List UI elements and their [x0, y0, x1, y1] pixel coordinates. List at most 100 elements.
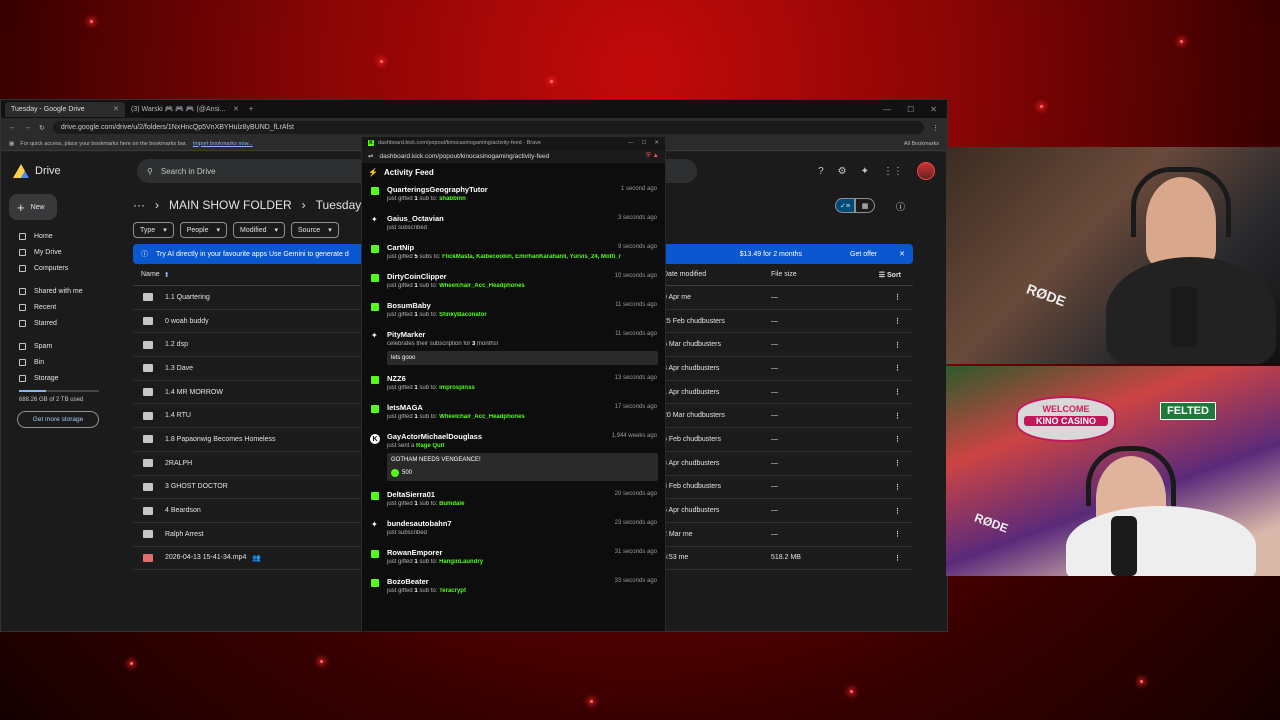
grid-view-icon[interactable]: ▦	[855, 198, 875, 213]
more-vert-icon[interactable]: ⋮	[894, 364, 901, 372]
close-icon[interactable]: ✕	[654, 140, 659, 146]
gift-icon	[371, 550, 379, 558]
event-time: 13 seconds ago	[614, 375, 657, 381]
minimize-icon[interactable]: —	[628, 140, 634, 146]
more-icon[interactable]: ···	[133, 198, 145, 212]
event-target[interactable]: StinkyBaconator	[439, 312, 487, 318]
more-vert-icon[interactable]: ⋮	[894, 483, 901, 491]
tune-icon[interactable]: ⇌	[368, 152, 373, 160]
apps-grid-icon[interactable]: ⋮⋮	[883, 166, 903, 177]
event-target[interactable]: Wheelchair_Acc_Headphones	[439, 283, 525, 289]
sidebar-item-computers[interactable]: Computers	[9, 260, 119, 276]
tab-google-drive[interactable]: Tuesday - Google Drive ✕	[5, 101, 125, 117]
extensions-icon[interactable]: ⋮	[932, 124, 939, 132]
event-target[interactable]: Bumdale	[439, 501, 464, 507]
event-target[interactable]: Wheelchair_Acc_Headphones	[439, 414, 525, 420]
event-message: GOTHAM NEEDS VENGEANCE! 500	[387, 453, 658, 481]
minimize-icon[interactable]: —	[883, 105, 891, 114]
new-tab-icon[interactable]: +	[249, 106, 253, 113]
star-icon: ✦	[371, 520, 378, 529]
list-view-icon[interactable]: ✓≡	[835, 198, 855, 213]
apps-icon[interactable]: ▦	[9, 141, 14, 147]
import-bookmarks-link[interactable]: Import bookmarks now...	[193, 141, 253, 147]
new-button[interactable]: + New	[9, 194, 57, 220]
more-vert-icon[interactable]: ⋮	[894, 530, 901, 538]
event-target[interactable]: Teracrypt	[439, 588, 466, 594]
event-target[interactable]: HanginLaundry	[439, 559, 483, 565]
more-vert-icon[interactable]: ⋮	[894, 459, 901, 467]
event-text: sub to:	[417, 414, 440, 420]
sidebar-item-shared[interactable]: Shared with me	[9, 283, 119, 299]
close-icon[interactable]: ✕	[233, 105, 239, 113]
sidebar-item-starred[interactable]: Starred	[9, 315, 119, 331]
sidebar-item-my-drive[interactable]: My Drive	[9, 244, 119, 260]
sort-up-icon[interactable]: ⬆	[164, 271, 170, 279]
sidebar-item-home[interactable]: Home	[9, 228, 119, 244]
event-username[interactable]: CartNip	[387, 243, 657, 252]
filter-people[interactable]: People ▾	[179, 222, 228, 238]
address-bar[interactable]: drive.google.com/drive/u/2/folders/1NxHn…	[52, 121, 924, 134]
column-date[interactable]: Date modified	[663, 271, 706, 278]
close-window-icon[interactable]: ✕	[930, 105, 937, 114]
video-file-icon	[143, 553, 153, 562]
feed-title: Activity Feed	[383, 167, 434, 177]
info-icon: ⓘ	[141, 251, 148, 258]
event-text: just gifted	[387, 254, 415, 260]
help-icon[interactable]: ?	[818, 166, 824, 177]
more-vert-icon[interactable]: ⋮	[894, 341, 901, 349]
brave-shield-icon[interactable]: ⛨ ▲	[646, 152, 659, 160]
gift-icon	[371, 274, 379, 282]
event-target[interactable]: Rage Quit	[416, 443, 444, 449]
folder-icon	[143, 293, 153, 302]
filter-source[interactable]: Source ▾	[291, 222, 339, 238]
sidebar-item-label: Shared with me	[34, 287, 83, 295]
event-target[interactable]: improspinss	[439, 385, 475, 391]
filter-modified[interactable]: Modified ▾	[233, 222, 285, 238]
event-description: just gifted 1 sub to: StinkyBaconator	[387, 312, 650, 318]
event-description: just gifted 1 sub to: Teracrypt	[387, 588, 650, 594]
more-vert-icon[interactable]: ⋮	[894, 412, 901, 420]
tab-x[interactable]: (3) Warski 🎮 🎮 🎮 (@Ansi... ✕	[125, 102, 245, 117]
back-icon[interactable]: ←	[9, 124, 16, 131]
close-icon[interactable]: ✕	[113, 105, 119, 113]
sidebar-item-recent[interactable]: Recent	[9, 299, 119, 315]
sort-button[interactable]: ☰ Sort	[879, 271, 901, 279]
filter-type[interactable]: Type ▾	[133, 222, 174, 238]
reload-icon[interactable]: ↻	[39, 124, 45, 132]
forward-icon[interactable]: →	[24, 124, 31, 131]
event-target[interactable]: FlickMasta, Kaibecookin, EmirhanKarahanl…	[442, 254, 621, 260]
column-name[interactable]: Name	[141, 271, 160, 278]
sidebar-item-bin[interactable]: Bin	[9, 354, 119, 370]
column-size[interactable]: File size	[771, 271, 797, 278]
event-username[interactable]: Gaius_Octavian	[387, 214, 657, 223]
file-size: —	[771, 435, 778, 443]
get-storage-button[interactable]: Get more storage	[17, 411, 99, 428]
gemini-icon[interactable]: ✦	[861, 166, 869, 177]
all-bookmarks-button[interactable]: All Bookmarks	[904, 141, 939, 147]
more-vert-icon[interactable]: ⋮	[894, 435, 901, 443]
info-icon[interactable]: ⓘ	[896, 200, 905, 213]
more-vert-icon[interactable]: ⋮	[894, 388, 901, 396]
get-offer-button[interactable]: Get offer	[850, 251, 877, 258]
popout-url[interactable]: dashboard.kick.com/popout/kinocasinogami…	[379, 153, 549, 160]
event-username[interactable]: QuarteringsGeographyTutor	[387, 185, 657, 194]
more-vert-icon[interactable]: ⋮	[894, 554, 901, 562]
breadcrumb-current[interactable]: Tuesday	[316, 198, 362, 212]
event-text: just gifted	[387, 283, 415, 289]
sidebar-item-storage[interactable]: Storage	[9, 370, 119, 386]
breadcrumb-item[interactable]: MAIN SHOW FOLDER	[169, 198, 292, 212]
gear-icon[interactable]: ⚙	[838, 166, 847, 177]
computer-icon	[19, 264, 26, 272]
maximize-icon[interactable]: ☐	[907, 105, 914, 114]
chevron-right-icon: ›	[301, 198, 306, 212]
event-target[interactable]: shabbinn	[439, 196, 466, 202]
maximize-icon[interactable]: ☐	[641, 140, 646, 146]
more-vert-icon[interactable]: ⋮	[894, 507, 901, 515]
drive-logo[interactable]: Drive	[13, 164, 137, 178]
avatar[interactable]	[917, 162, 935, 180]
sidebar-item-spam[interactable]: Spam	[9, 338, 119, 354]
gift-icon	[371, 303, 379, 311]
more-vert-icon[interactable]: ⋮	[894, 317, 901, 325]
close-icon[interactable]: ✕	[899, 250, 905, 258]
more-vert-icon[interactable]: ⋮	[894, 293, 901, 301]
